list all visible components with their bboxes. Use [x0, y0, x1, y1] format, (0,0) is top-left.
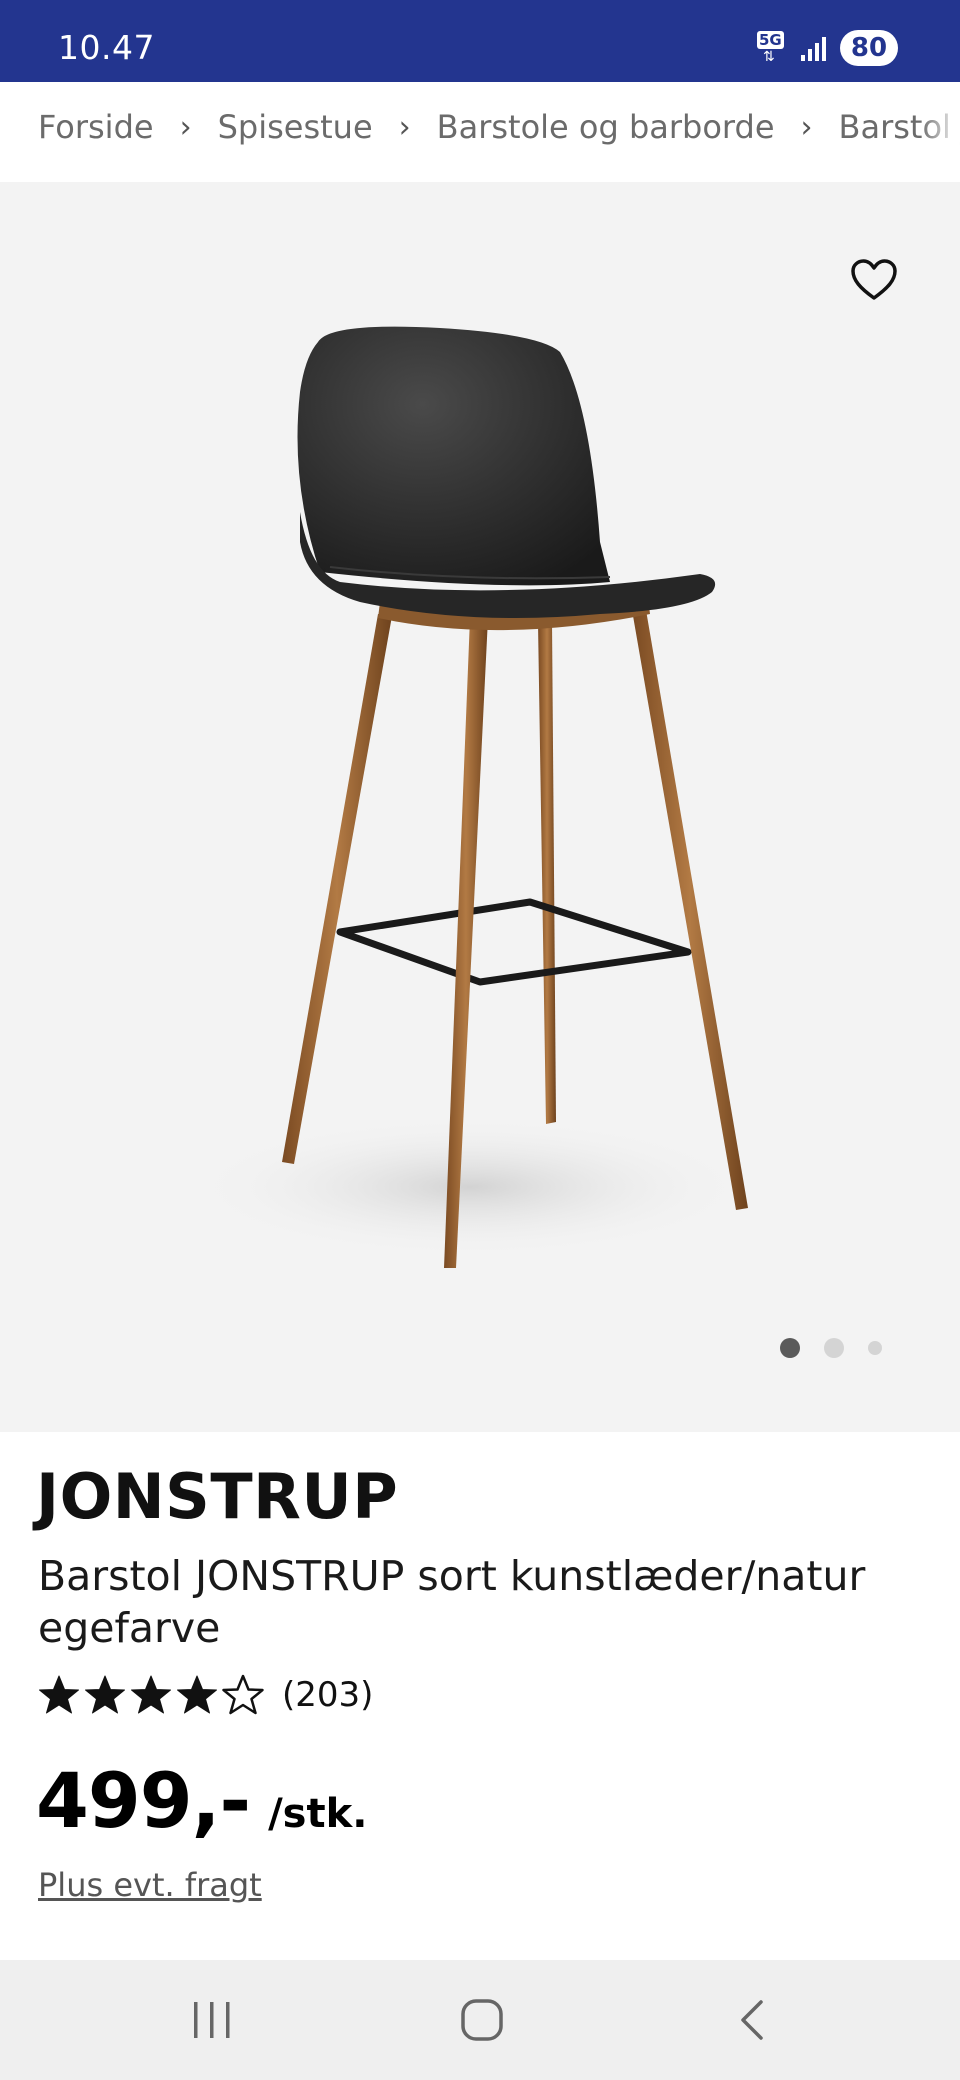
star-empty-icon: [222, 1674, 264, 1715]
product-image[interactable]: [0, 182, 960, 1432]
breadcrumb-item-spisestue[interactable]: Spisestue: [218, 108, 373, 146]
product-brand: JONSTRUP: [36, 1460, 399, 1533]
pagination-dot-active[interactable]: [780, 1338, 800, 1358]
favorite-button[interactable]: [850, 258, 898, 302]
shipping-note-link[interactable]: Plus evt. fragt: [38, 1866, 262, 1904]
star-filled-icon: [85, 1675, 125, 1714]
product-rating[interactable]: (203): [38, 1674, 373, 1716]
rating-stars: [38, 1674, 264, 1716]
recent-apps-button[interactable]: [182, 1990, 242, 2050]
product-price: 499,- /stk.: [36, 1756, 367, 1845]
network-5g-icon: 5G ⇅: [757, 31, 784, 65]
battery-icon: 80: [840, 30, 898, 66]
star-filled-icon: [131, 1675, 171, 1714]
status-bar: 10.47 5G ⇅ 80: [0, 0, 960, 82]
product-gallery[interactable]: [0, 182, 960, 1432]
home-button[interactable]: [452, 1990, 512, 2050]
gallery-pagination: [780, 1338, 882, 1358]
review-count[interactable]: (203): [282, 1675, 373, 1715]
product-description: Barstol JONSTRUP sort kunstlæder/natur e…: [38, 1552, 866, 1652]
price-value: 499,-: [36, 1756, 251, 1845]
back-icon[interactable]: [735, 1998, 769, 2042]
breadcrumb-separator: ›: [800, 109, 813, 145]
recent-apps-icon[interactable]: [190, 2000, 234, 2040]
star-filled-icon: [39, 1675, 79, 1714]
price-unit: /stk.: [268, 1791, 368, 1837]
home-icon[interactable]: [459, 1997, 505, 2043]
breadcrumb-fade: [920, 82, 960, 182]
pagination-dot[interactable]: [868, 1341, 882, 1355]
breadcrumb-item-forside[interactable]: Forside: [38, 108, 154, 146]
system-nav-bar: [0, 1960, 960, 2080]
breadcrumb-separator: ›: [398, 109, 411, 145]
status-time: 10.47: [58, 28, 155, 67]
heart-outline-icon[interactable]: [850, 258, 898, 302]
breadcrumb: Forside › Spisestue › Barstole og barbor…: [0, 82, 960, 182]
breadcrumb-separator: ›: [179, 109, 192, 145]
back-button[interactable]: [722, 1990, 782, 2050]
breadcrumb-item-barstole[interactable]: Barstole og barborde: [437, 108, 775, 146]
star-filled-icon: [177, 1675, 217, 1714]
status-icons: 5G ⇅ 80: [757, 28, 898, 68]
product-info: JONSTRUP Barstol JONSTRUP sort kunstlæde…: [0, 1432, 960, 1960]
signal-icon: [801, 35, 826, 61]
pagination-dot[interactable]: [824, 1338, 844, 1358]
